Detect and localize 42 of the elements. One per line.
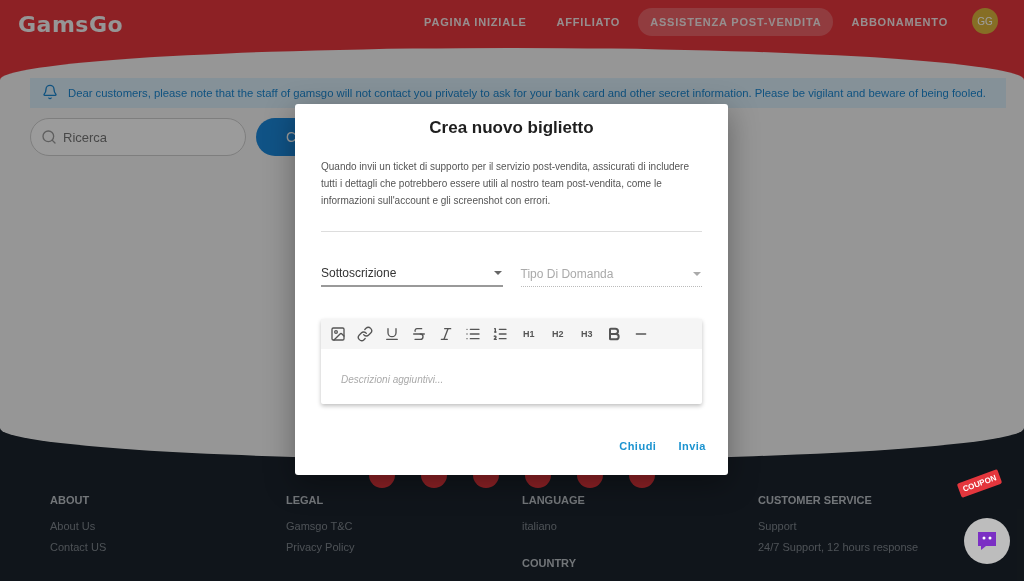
- footer-link[interactable]: Privacy Policy: [286, 541, 522, 553]
- caret-icon: [492, 270, 503, 276]
- footer-link[interactable]: Support: [758, 520, 1018, 532]
- image-icon[interactable]: [330, 326, 346, 342]
- nav-link[interactable]: AFFILIATO: [544, 8, 633, 36]
- submit-button[interactable]: Invia: [678, 440, 706, 452]
- dialog-description: Quando invii un ticket di supporto per il servizio post-vendita, assicurati di includere tutti i dettagli che potrebbero essere utili al nostro team post-vendita, come le informazioni sull'account e gli screenshot con errori.: [321, 158, 702, 232]
- footer-heading: CUSTOMER SERVICE: [758, 494, 873, 506]
- footer-heading: LEGAL: [286, 494, 325, 506]
- footer-link[interactable]: About Us: [50, 520, 286, 532]
- footer-link[interactable]: 24/7 Support, 12 hours response: [758, 541, 1018, 553]
- dialog-title: Crea nuovo biglietto: [428, 118, 595, 138]
- footer-link[interactable]: italiano: [522, 520, 758, 532]
- nav-link[interactable]: PAGINA INIZIALE: [412, 8, 539, 36]
- caret-icon: [692, 270, 702, 277]
- italic-icon[interactable]: [438, 326, 454, 342]
- nav-link[interactable]: ABBONAMENTO: [839, 8, 960, 36]
- close-button[interactable]: Chiudi: [619, 440, 657, 452]
- footer-heading: LANGUAGE: [522, 494, 586, 506]
- select-field[interactable]: Sottoscrizione: [321, 266, 503, 287]
- search-field[interactable]: Ricerca: [30, 118, 246, 156]
- footer-link[interactable]: Contact US: [50, 541, 286, 553]
- heading-button[interactable]: H1: [519, 329, 537, 339]
- footer-heading: ABOUT: [50, 494, 91, 506]
- numbered-list-icon[interactable]: [492, 326, 508, 342]
- bell-icon: [42, 84, 58, 100]
- link-icon[interactable]: [357, 326, 373, 342]
- user-avatar[interactable]: GG: [972, 8, 998, 34]
- bold-icon[interactable]: [606, 326, 622, 342]
- underline-icon[interactable]: [384, 326, 400, 342]
- bullet-list-icon[interactable]: [465, 326, 481, 342]
- footer-heading: COUNTRY: [522, 557, 577, 569]
- heading-button[interactable]: H2: [548, 329, 566, 339]
- search-icon: [41, 129, 57, 145]
- search-input[interactable]: Ricerca: [61, 128, 225, 146]
- footer-link[interactable]: Gamsgo T&C: [286, 520, 522, 532]
- chat-icon: [975, 529, 999, 553]
- logo[interactable]: GamsGo: [18, 12, 124, 37]
- heading-button[interactable]: H3: [577, 329, 595, 339]
- notice-text: Dear customers, please note that the staff of gamsgo will not contact you privately to ask for your bank card and other secret information. Please be vigilant and beware of being fooled.: [68, 86, 986, 101]
- chat-button[interactable]: [964, 518, 1010, 564]
- strikethrough-icon[interactable]: [411, 326, 427, 342]
